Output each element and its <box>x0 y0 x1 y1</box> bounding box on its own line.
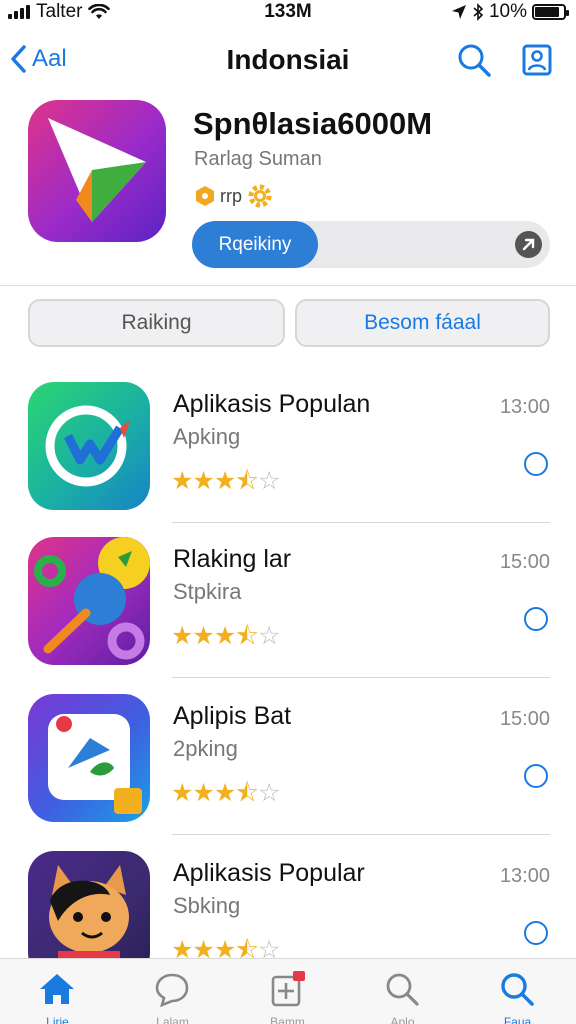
star-icon: ⯪ <box>235 467 259 495</box>
segment-ranking[interactable]: Raiking <box>28 299 285 347</box>
app-name: Aplikasis Popular <box>173 859 365 887</box>
gear-icon <box>248 184 272 208</box>
app-category: Sbking <box>173 893 241 918</box>
star-icon: ★ <box>213 622 236 650</box>
featured-app-meta: rrp <box>194 182 274 210</box>
app-icon <box>28 382 150 510</box>
w-logo-icon <box>45 405 130 487</box>
game-art-icon <box>34 537 150 660</box>
tab-search[interactable]: Faua <box>460 959 575 1024</box>
app-name: Rlaking lar <box>173 545 292 573</box>
featured-app-icon[interactable] <box>28 100 166 242</box>
star-icon: ⯪ <box>235 779 259 807</box>
tab-label: Bamm <box>270 1015 305 1024</box>
divider <box>0 285 576 286</box>
app-category: Apking <box>173 424 241 449</box>
separator <box>172 522 550 523</box>
arrow-icon[interactable] <box>515 231 542 258</box>
search-icon[interactable] <box>454 40 494 80</box>
star-icon: ⯪ <box>235 622 259 650</box>
tab-label: Faua <box>503 1015 532 1024</box>
tab-label: Lirie <box>46 1015 69 1024</box>
navigation-bar: Aal Indonsiai <box>0 36 576 86</box>
app-category: 2pking <box>173 736 238 761</box>
add-icon <box>271 971 305 1007</box>
status-right: 10% <box>451 1 569 23</box>
tab-bar: Lirie Lalam Bamm Aplo Faua <box>0 958 576 1024</box>
star-rating: ★★★⯪☆ <box>171 774 280 817</box>
tab-add[interactable]: Bamm <box>230 959 345 1024</box>
list-item[interactable]: Aplikasis Populan Apking ★★★⯪☆ 13:00 <box>0 382 576 532</box>
status-bar: Talter 133M 10% <box>0 0 576 26</box>
app-time: 13:00 <box>499 865 550 887</box>
play-icon <box>48 118 146 222</box>
select-radio[interactable] <box>524 921 548 945</box>
profile-icon[interactable] <box>517 40 557 80</box>
star-icon: ★ <box>192 622 214 650</box>
star-icon: ☆ <box>257 622 280 650</box>
app-icon <box>28 537 150 665</box>
star-icon: ★ <box>192 467 214 495</box>
app-time: 15:00 <box>499 551 550 573</box>
featured-action-button[interactable]: Rqeikiny <box>192 221 318 268</box>
featured-app-title: Spnθlasia6000M <box>193 106 433 141</box>
star-icon: ★ <box>213 779 236 807</box>
tab-label: Aplo <box>390 1015 415 1024</box>
app-icon <box>28 694 150 822</box>
star-icon: ★ <box>171 622 193 650</box>
star-icon: ★ <box>192 779 214 807</box>
meta-label: rrp <box>220 185 242 206</box>
star-icon: ★ <box>171 779 193 807</box>
star-icon: ★ <box>213 467 236 495</box>
separator <box>172 677 550 678</box>
app-name: Aplikasis Populan <box>173 390 371 418</box>
list-item[interactable]: Rlaking lar Stpkira ★★★⯪☆ 15:00 <box>0 537 576 687</box>
segment-recommended[interactable]: Besom fáaal <box>295 299 550 347</box>
star-rating: ★★★⯪☆ <box>171 617 280 660</box>
location-icon <box>451 5 466 19</box>
star-rating: ★★★⯪☆ <box>171 462 280 505</box>
star-icon: ★ <box>171 467 193 495</box>
compass-app-icon <box>48 714 142 814</box>
battery-fill <box>535 7 559 17</box>
home-icon <box>40 974 74 1004</box>
battery-icon <box>532 4 569 20</box>
tab-chat[interactable]: Lalam <box>115 959 230 1024</box>
badge-icon <box>196 186 214 206</box>
app-category: Stpkira <box>173 579 242 604</box>
tab-label: Lalam <box>156 1015 189 1024</box>
search-icon <box>386 973 419 1006</box>
select-radio[interactable] <box>524 607 548 631</box>
featured-app-subtitle: Rarlag Suman <box>194 148 322 170</box>
separator <box>172 834 550 835</box>
featured-action-bar: Rqeikiny <box>192 221 550 268</box>
app-time: 15:00 <box>499 708 550 730</box>
app-name: Aplipis Bat <box>173 702 292 730</box>
chat-icon <box>155 973 189 1008</box>
star-icon: ☆ <box>257 779 280 807</box>
battery-percent: 10% <box>488 1 527 22</box>
select-radio[interactable] <box>524 452 548 476</box>
select-radio[interactable] <box>524 764 548 788</box>
tab-apps[interactable]: Aplo <box>345 959 460 1024</box>
app-time: 13:00 <box>499 396 550 418</box>
tab-home[interactable]: Lirie <box>0 959 115 1024</box>
bluetooth-icon <box>473 3 484 21</box>
list-item[interactable]: Aplipis Bat 2pking ★★★⯪☆ 15:00 <box>0 694 576 844</box>
star-icon: ☆ <box>257 467 280 495</box>
search-icon <box>501 973 534 1006</box>
